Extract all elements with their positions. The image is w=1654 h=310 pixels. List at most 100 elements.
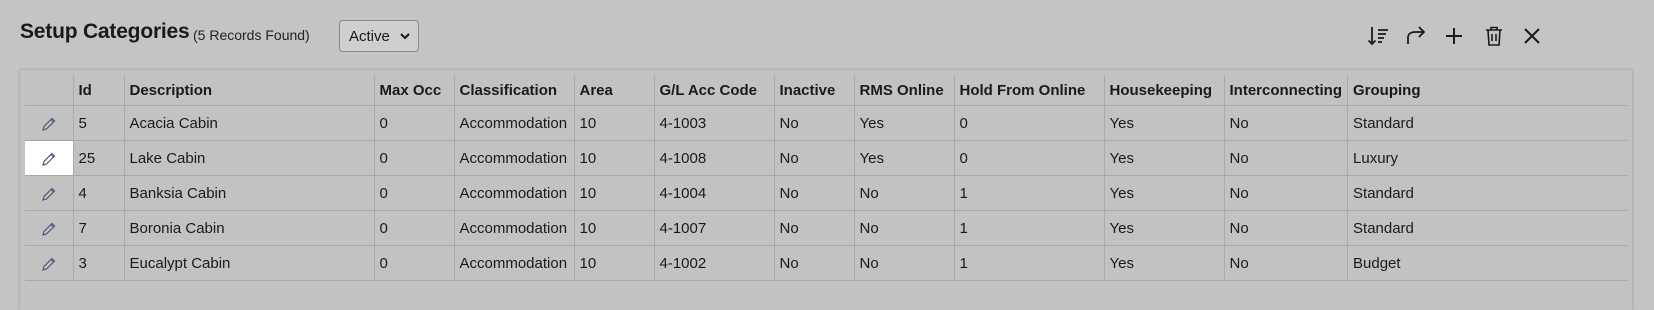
status-filter-select[interactable]: Active <box>339 20 419 52</box>
cell-gl-code: 4-1004 <box>653 175 774 211</box>
cell-max-occ: 0 <box>373 175 454 211</box>
cell-description: Eucalypt Cabin <box>123 245 374 281</box>
column-header[interactable]: Interconnecting <box>1223 75 1348 106</box>
pencil-icon[interactable] <box>41 151 57 167</box>
cell-id: 3 <box>72 245 124 281</box>
cell-area: 10 <box>573 210 654 246</box>
table-row[interactable]: 5 Acacia Cabin 0 Accommodation 10 4-1003… <box>25 105 1627 141</box>
table-row[interactable]: 3 Eucalypt Cabin 0 Accommodation 10 4-10… <box>25 245 1627 281</box>
table-header-row: Id Description Max Occ Classification Ar… <box>25 75 1627 106</box>
cell-inactive: No <box>773 245 854 281</box>
cell-classification: Accommodation <box>453 175 574 211</box>
column-header[interactable]: Grouping <box>1347 75 1627 106</box>
cell-hold-from-online: 1 <box>953 210 1104 246</box>
delete-icon[interactable] <box>1480 22 1508 50</box>
column-header[interactable]: Inactive <box>773 75 854 106</box>
cell-max-occ: 0 <box>373 245 454 281</box>
cell-interconnecting: No <box>1223 175 1348 211</box>
sort-icon[interactable] <box>1364 22 1392 50</box>
cell-id: 4 <box>72 175 124 211</box>
cell-max-occ: 0 <box>373 210 454 246</box>
column-header[interactable]: Housekeeping <box>1103 75 1224 106</box>
edit-cell[interactable] <box>25 175 73 211</box>
close-icon[interactable] <box>1518 22 1546 50</box>
cell-hold-from-online: 0 <box>953 105 1104 141</box>
pencil-icon[interactable] <box>41 256 57 272</box>
pencil-icon[interactable] <box>41 186 57 202</box>
pencil-icon[interactable] <box>41 116 57 132</box>
cell-housekeeping: Yes <box>1103 175 1224 211</box>
cell-id: 7 <box>72 210 124 246</box>
pencil-icon[interactable] <box>41 221 57 237</box>
cell-area: 10 <box>573 105 654 141</box>
column-header[interactable]: RMS Online <box>853 75 954 106</box>
column-header[interactable]: Hold From Online <box>953 75 1104 106</box>
cell-id: 25 <box>72 140 124 176</box>
add-icon[interactable] <box>1440 22 1468 50</box>
page-title: Setup Categories <box>20 20 190 43</box>
cell-area: 10 <box>573 140 654 176</box>
column-header[interactable]: Classification <box>453 75 574 106</box>
cell-description: Boronia Cabin <box>123 210 374 246</box>
table-row[interactable]: 25 Lake Cabin 0 Accommodation 10 4-1008 … <box>25 140 1627 176</box>
status-filter-value: Active <box>349 27 390 45</box>
cell-hold-from-online: 0 <box>953 140 1104 176</box>
edit-cell[interactable] <box>25 140 73 176</box>
cell-id: 5 <box>72 105 124 141</box>
cell-gl-code: 4-1008 <box>653 140 774 176</box>
column-header[interactable]: Id <box>72 75 124 106</box>
share-icon[interactable] <box>1402 22 1430 50</box>
cell-rms-online: No <box>853 175 954 211</box>
cell-hold-from-online: 1 <box>953 175 1104 211</box>
cell-grouping: Budget <box>1347 245 1627 281</box>
edit-cell[interactable] <box>25 245 73 281</box>
cell-grouping: Standard <box>1347 105 1627 141</box>
cell-interconnecting: No <box>1223 105 1348 141</box>
cell-description: Acacia Cabin <box>123 105 374 141</box>
cell-housekeeping: Yes <box>1103 245 1224 281</box>
cell-interconnecting: No <box>1223 245 1348 281</box>
cell-gl-code: 4-1007 <box>653 210 774 246</box>
cell-grouping: Standard <box>1347 210 1627 246</box>
cell-classification: Accommodation <box>453 105 574 141</box>
cell-inactive: No <box>773 140 854 176</box>
cell-housekeeping: Yes <box>1103 210 1224 246</box>
cell-rms-online: Yes <box>853 105 954 141</box>
cell-interconnecting: No <box>1223 140 1348 176</box>
cell-description: Banksia Cabin <box>123 175 374 211</box>
cell-housekeeping: Yes <box>1103 140 1224 176</box>
cell-classification: Accommodation <box>453 245 574 281</box>
cell-grouping: Standard <box>1347 175 1627 211</box>
cell-max-occ: 0 <box>373 140 454 176</box>
cell-rms-online: No <box>853 245 954 281</box>
cell-area: 10 <box>573 175 654 211</box>
table-row[interactable]: 4 Banksia Cabin 0 Accommodation 10 4-100… <box>25 175 1627 211</box>
edit-cell[interactable] <box>25 210 73 246</box>
cell-inactive: No <box>773 105 854 141</box>
cell-housekeeping: Yes <box>1103 105 1224 141</box>
cell-classification: Accommodation <box>453 210 574 246</box>
page-header: Setup Categories (5 Records Found) Activ… <box>0 0 1654 70</box>
edit-cell[interactable] <box>25 105 73 141</box>
record-count: (5 Records Found) <box>193 27 310 43</box>
column-header[interactable]: Max Occ <box>373 75 454 106</box>
categories-table: Id Description Max Occ Classification Ar… <box>25 75 1627 281</box>
cell-gl-code: 4-1003 <box>653 105 774 141</box>
chevron-down-icon <box>400 33 410 40</box>
cell-inactive: No <box>773 210 854 246</box>
cell-classification: Accommodation <box>453 140 574 176</box>
cell-description: Lake Cabin <box>123 140 374 176</box>
cell-grouping: Luxury <box>1347 140 1627 176</box>
cell-max-occ: 0 <box>373 105 454 141</box>
column-header[interactable]: Description <box>123 75 374 106</box>
cell-interconnecting: No <box>1223 210 1348 246</box>
cell-hold-from-online: 1 <box>953 245 1104 281</box>
column-header-edit <box>25 75 73 106</box>
cell-gl-code: 4-1002 <box>653 245 774 281</box>
cell-inactive: No <box>773 175 854 211</box>
column-header[interactable]: Area <box>573 75 654 106</box>
table-row[interactable]: 7 Boronia Cabin 0 Accommodation 10 4-100… <box>25 210 1627 246</box>
categories-table-panel: Id Description Max Occ Classification Ar… <box>20 70 1632 310</box>
column-header[interactable]: G/L Acc Code <box>653 75 774 106</box>
cell-rms-online: Yes <box>853 140 954 176</box>
